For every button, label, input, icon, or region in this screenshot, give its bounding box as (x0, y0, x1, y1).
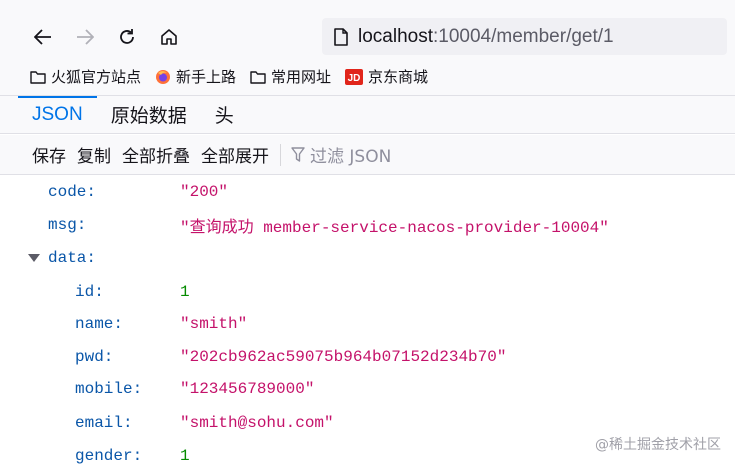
forward-button[interactable] (70, 22, 100, 52)
json-key: pwd: (75, 348, 114, 366)
reload-button[interactable] (112, 22, 142, 52)
json-key: name: (75, 315, 124, 333)
navigation-bar: localhost:10004/member/get/1 (0, 0, 735, 58)
copy-button[interactable]: 复制 (77, 142, 111, 167)
json-key: data: (48, 249, 97, 267)
reload-icon (120, 29, 134, 44)
url-path: :10004/member/get/1 (433, 25, 614, 47)
json-value: "200" (180, 183, 229, 201)
expand-all-button[interactable]: 全部展开 (201, 142, 269, 167)
filter-json-input[interactable]: 过滤 JSON (291, 142, 391, 167)
json-value: "202cb962ac59075b964b07152d234b70" (180, 348, 507, 366)
bookmark-label: 新手上路 (176, 68, 237, 86)
address-bar[interactable]: localhost:10004/member/get/1 (322, 18, 727, 55)
folder-icon (250, 70, 266, 84)
json-key: mobile: (75, 380, 143, 398)
firefox-icon (155, 69, 171, 85)
json-value: "smith" (180, 315, 248, 333)
back-arrow-icon (34, 29, 51, 45)
json-key: id: (75, 283, 104, 301)
url-host: localhost (358, 25, 433, 47)
json-value: "查询成功 member-service-nacos-provider-1000… (180, 219, 609, 237)
collapse-all-button[interactable]: 全部折叠 (122, 142, 190, 167)
json-key: gender: (75, 447, 143, 465)
page-icon (334, 27, 348, 46)
home-button[interactable] (154, 22, 184, 52)
tab-json[interactable]: JSON (18, 96, 97, 133)
bookmark-jd-mall[interactable]: JD 京东商城 (345, 66, 428, 87)
filter-placeholder: 过滤 JSON (310, 147, 392, 167)
tab-raw-data[interactable]: 原始数据 (97, 96, 201, 133)
json-key: msg: (48, 216, 87, 234)
filter-icon (291, 146, 305, 162)
home-icon (161, 29, 177, 45)
svg-text:JD: JD (348, 73, 361, 84)
json-toolbar: 保存 复制 全部折叠 全部展开 过滤 JSON (0, 135, 735, 175)
json-key: code: (48, 183, 97, 201)
bookmark-common-sites[interactable]: 常用网址 (250, 66, 331, 87)
save-button[interactable]: 保存 (32, 142, 66, 167)
back-button[interactable] (28, 22, 58, 52)
bookmarks-toolbar: 火狐官方站点 新手上路 常用网址 JD 京东商城 (0, 58, 735, 96)
url-text: localhost:10004/member/get/1 (358, 26, 614, 48)
bookmark-label: 京东商城 (368, 68, 429, 86)
json-value: "123456789000" (180, 380, 315, 398)
watermark: @稀土掘金技术社区 (595, 437, 721, 453)
folder-icon (30, 70, 46, 84)
bookmark-label: 火狐官方站点 (51, 68, 142, 86)
tab-headers[interactable]: 头 (201, 96, 248, 133)
bookmark-getting-started[interactable]: 新手上路 (155, 66, 236, 87)
forward-arrow-icon (77, 29, 94, 45)
json-value: "smith@sohu.com" (180, 414, 334, 432)
toolbar-divider (280, 143, 281, 166)
json-value: 1 (180, 283, 190, 301)
expand-toggle-icon[interactable] (28, 254, 40, 262)
jd-icon: JD (345, 68, 364, 85)
bookmark-label: 常用网址 (271, 68, 332, 86)
bookmark-firefox-official[interactable]: 火狐官方站点 (30, 66, 141, 87)
json-value: 1 (180, 447, 190, 465)
json-key: email: (75, 414, 133, 432)
json-viewer-tabs: JSON 原始数据 头 (0, 96, 735, 134)
